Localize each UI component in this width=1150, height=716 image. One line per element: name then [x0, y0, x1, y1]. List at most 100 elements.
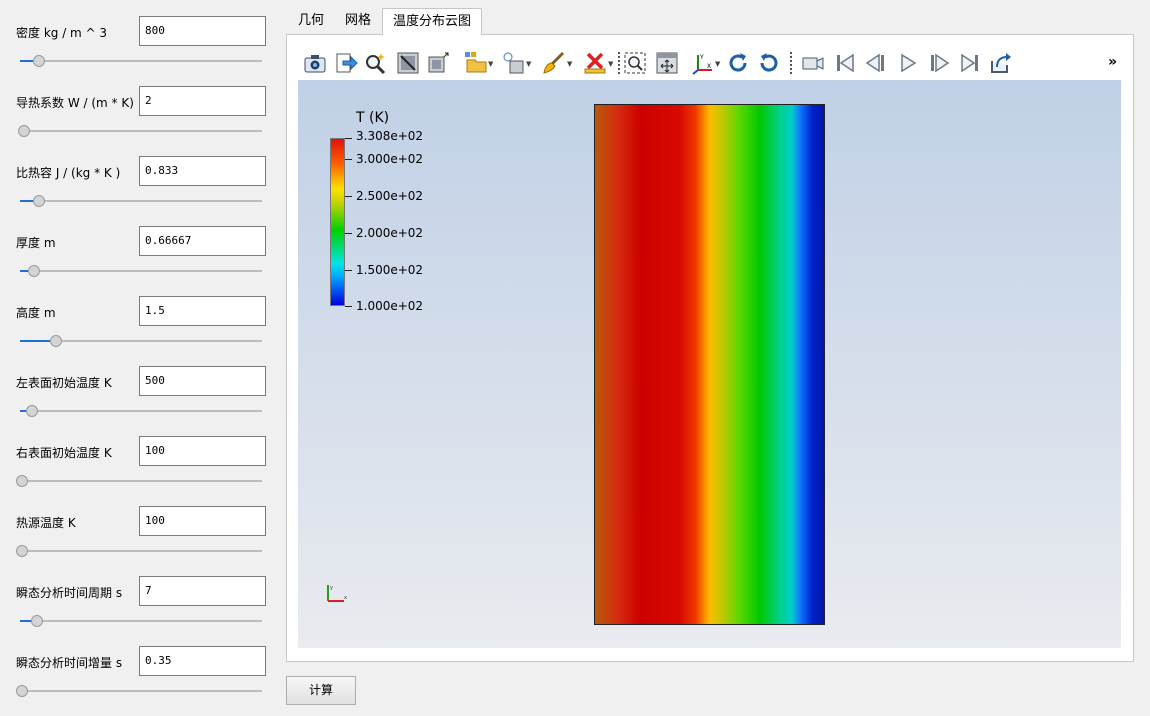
slider-handle[interactable]	[28, 265, 41, 277]
toolbar-more-button[interactable]: »	[1108, 54, 1117, 70]
slider-handle[interactable]	[16, 545, 28, 557]
axes-icon[interactable]: YX	[691, 51, 715, 75]
right-temp-input[interactable]: 100	[139, 436, 266, 466]
specific-heat-slider[interactable]	[20, 195, 262, 207]
time-period-slider[interactable]	[20, 615, 262, 627]
light-bulb-icon[interactable]	[501, 51, 525, 75]
param-label: 厚度 m	[16, 236, 56, 250]
slider-handle[interactable]	[16, 685, 28, 697]
legend-tick	[345, 159, 352, 160]
left-temp-slider[interactable]	[20, 405, 262, 417]
param-label: 瞬态分析时间周期 s	[16, 586, 123, 600]
previous-frame-icon[interactable]	[864, 51, 888, 75]
heat-source-slider[interactable]	[16, 545, 262, 557]
brush-icon[interactable]	[542, 51, 566, 75]
zoom-to-box-icon[interactable]	[623, 51, 647, 75]
param-specific-heat: 比热容 J / (kg * K ) 0.833	[0, 156, 280, 226]
magic-zoom-icon[interactable]	[364, 51, 388, 75]
param-label: 右表面初始温度 K	[16, 446, 112, 460]
orientation-axes-icon: y x	[322, 582, 350, 604]
thickness-slider[interactable]	[20, 265, 262, 277]
svg-text:Y: Y	[699, 54, 704, 61]
fit-all-icon[interactable]	[655, 51, 679, 75]
tab-geometry[interactable]: 几何	[288, 8, 334, 35]
svg-text:X: X	[707, 63, 711, 70]
legend-label: 3.000e+02	[356, 152, 424, 166]
density-input[interactable]: 800	[139, 16, 266, 46]
brush-dropdown-icon[interactable]: ▼	[567, 60, 572, 68]
specific-heat-input[interactable]: 0.833	[139, 156, 266, 186]
param-label: 左表面初始温度 K	[16, 376, 112, 390]
legend-tick	[345, 233, 352, 234]
next-frame-icon[interactable]	[927, 51, 951, 75]
calculate-button[interactable]: 计算	[286, 676, 356, 705]
height-input[interactable]: 1.5	[139, 296, 266, 326]
slider-handle[interactable]	[25, 405, 38, 417]
time-period-input[interactable]: 7	[139, 576, 266, 606]
slider-handle[interactable]	[18, 125, 31, 137]
thickness-input[interactable]: 0.66667	[139, 226, 266, 256]
export-icon[interactable]	[334, 51, 358, 75]
axes-dropdown-icon[interactable]: ▼	[715, 60, 720, 68]
param-density: 密度 kg / m ^ 3 800	[0, 16, 280, 86]
delete-dropdown-icon[interactable]: ▼	[608, 60, 613, 68]
play-icon[interactable]	[896, 51, 920, 75]
legend-label: 1.500e+02	[356, 263, 424, 277]
select-box-icon[interactable]	[426, 51, 450, 75]
first-frame-icon[interactable]	[833, 51, 857, 75]
legend-colorbar	[330, 138, 345, 306]
legend-label: 2.000e+02	[356, 226, 424, 240]
legend-label: 3.308e+02	[356, 129, 424, 143]
time-increment-slider[interactable]	[16, 685, 262, 697]
param-label: 热源温度 K	[16, 516, 76, 530]
open-file-icon[interactable]	[464, 51, 488, 75]
toolbar-separator	[618, 52, 620, 74]
height-slider[interactable]	[20, 335, 262, 347]
heat-source-input[interactable]: 100	[139, 506, 266, 536]
axis-y-label: y	[330, 585, 333, 591]
toolbar-separator	[790, 52, 792, 74]
param-time-increment: 瞬态分析时间增量 s 0.35	[0, 646, 280, 716]
rotate-cw-icon[interactable]	[726, 51, 750, 75]
slider-handle[interactable]	[30, 615, 43, 627]
param-label: 比热容 J / (kg * K )	[16, 166, 121, 180]
last-frame-icon[interactable]	[958, 51, 982, 75]
density-slider[interactable]	[20, 55, 262, 67]
loop-icon[interactable]	[989, 51, 1013, 75]
left-temp-input[interactable]: 500	[139, 366, 266, 396]
light-dropdown-icon[interactable]: ▼	[526, 60, 531, 68]
tab-temperature-contour[interactable]: 温度分布云图	[382, 8, 483, 35]
axis-x-label: x	[344, 595, 347, 601]
delete-icon[interactable]	[583, 51, 607, 75]
param-conductivity: 导热系数 W / (m * K) 2	[0, 86, 280, 156]
temperature-field	[594, 104, 825, 625]
open-file-dropdown-icon[interactable]: ▼	[488, 60, 493, 68]
legend-tick	[345, 138, 352, 139]
param-time-period: 瞬态分析时间周期 s 7	[0, 576, 280, 646]
slider-handle[interactable]	[49, 335, 62, 347]
video-camera-icon[interactable]	[801, 51, 825, 75]
slider-fill	[20, 340, 54, 342]
reset-view-icon[interactable]	[396, 51, 420, 75]
param-left-temp: 左表面初始温度 K 500	[0, 366, 280, 436]
legend-label: 1.000e+02	[356, 299, 424, 313]
time-increment-input[interactable]: 0.35	[139, 646, 266, 676]
tab-mesh[interactable]: 网格	[335, 8, 381, 35]
param-label: 密度 kg / m ^ 3	[16, 26, 108, 40]
legend-title: T (K)	[356, 110, 390, 126]
legend-tick	[345, 306, 352, 307]
slider-handle[interactable]	[32, 55, 45, 67]
slider-handle[interactable]	[32, 195, 45, 207]
camera-icon[interactable]	[303, 51, 327, 75]
rotate-ccw-icon[interactable]	[757, 51, 781, 75]
slider-handle[interactable]	[16, 475, 28, 487]
param-height: 高度 m 1.5	[0, 296, 280, 366]
conductivity-input[interactable]: 2	[139, 86, 266, 116]
legend-tick	[345, 270, 352, 271]
conductivity-slider[interactable]	[18, 125, 262, 137]
param-label: 瞬态分析时间增量 s	[16, 656, 123, 670]
param-right-temp: 右表面初始温度 K 100	[0, 436, 280, 506]
param-thickness: 厚度 m 0.66667	[0, 226, 280, 296]
right-temp-slider[interactable]	[16, 475, 262, 487]
param-label: 高度 m	[16, 306, 56, 320]
